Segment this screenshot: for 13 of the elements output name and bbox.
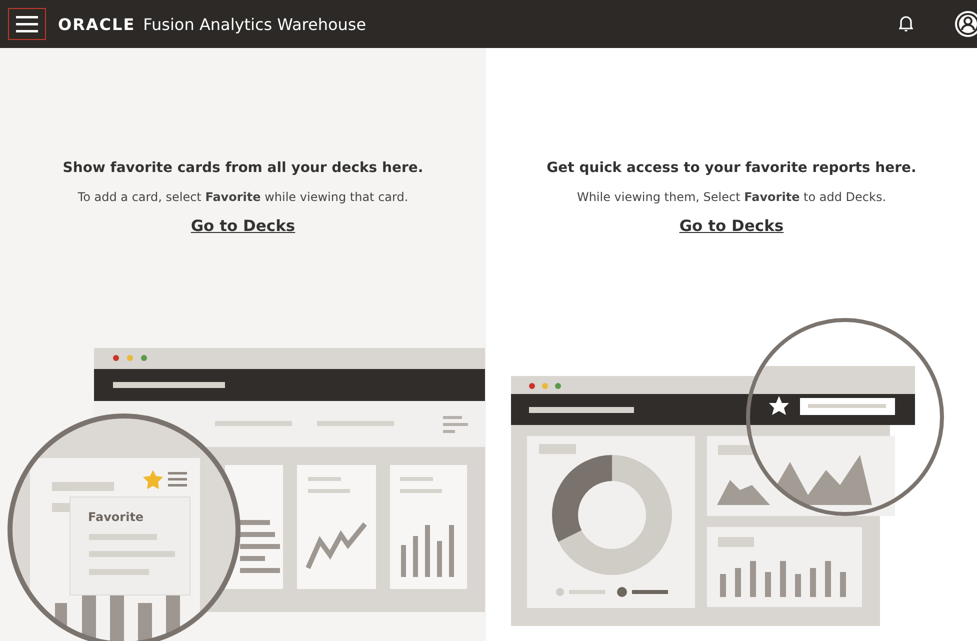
panel-description: While viewing them, Select Favorite to add Decks. bbox=[576, 190, 886, 204]
oracle-logo: ORACLE bbox=[58, 14, 136, 34]
go-to-decks-link[interactable]: Go to Decks bbox=[679, 217, 784, 235]
favorite-label: Favorite bbox=[88, 510, 144, 524]
panel-heading: Get quick access to your favorite reports here. bbox=[546, 160, 916, 176]
panel-description: To add a card, select Favorite while viewing that card. bbox=[78, 190, 408, 204]
user-avatar-icon[interactable] bbox=[953, 9, 977, 39]
bell-icon[interactable] bbox=[899, 16, 913, 32]
app-title: Fusion Analytics Warehouse bbox=[143, 14, 366, 34]
panel-heading: Show favorite cards from all your decks here. bbox=[62, 160, 424, 176]
go-to-decks-link[interactable]: Go to Decks bbox=[190, 217, 296, 235]
menu-icon bbox=[16, 15, 38, 33]
menu-button[interactable] bbox=[8, 8, 46, 40]
